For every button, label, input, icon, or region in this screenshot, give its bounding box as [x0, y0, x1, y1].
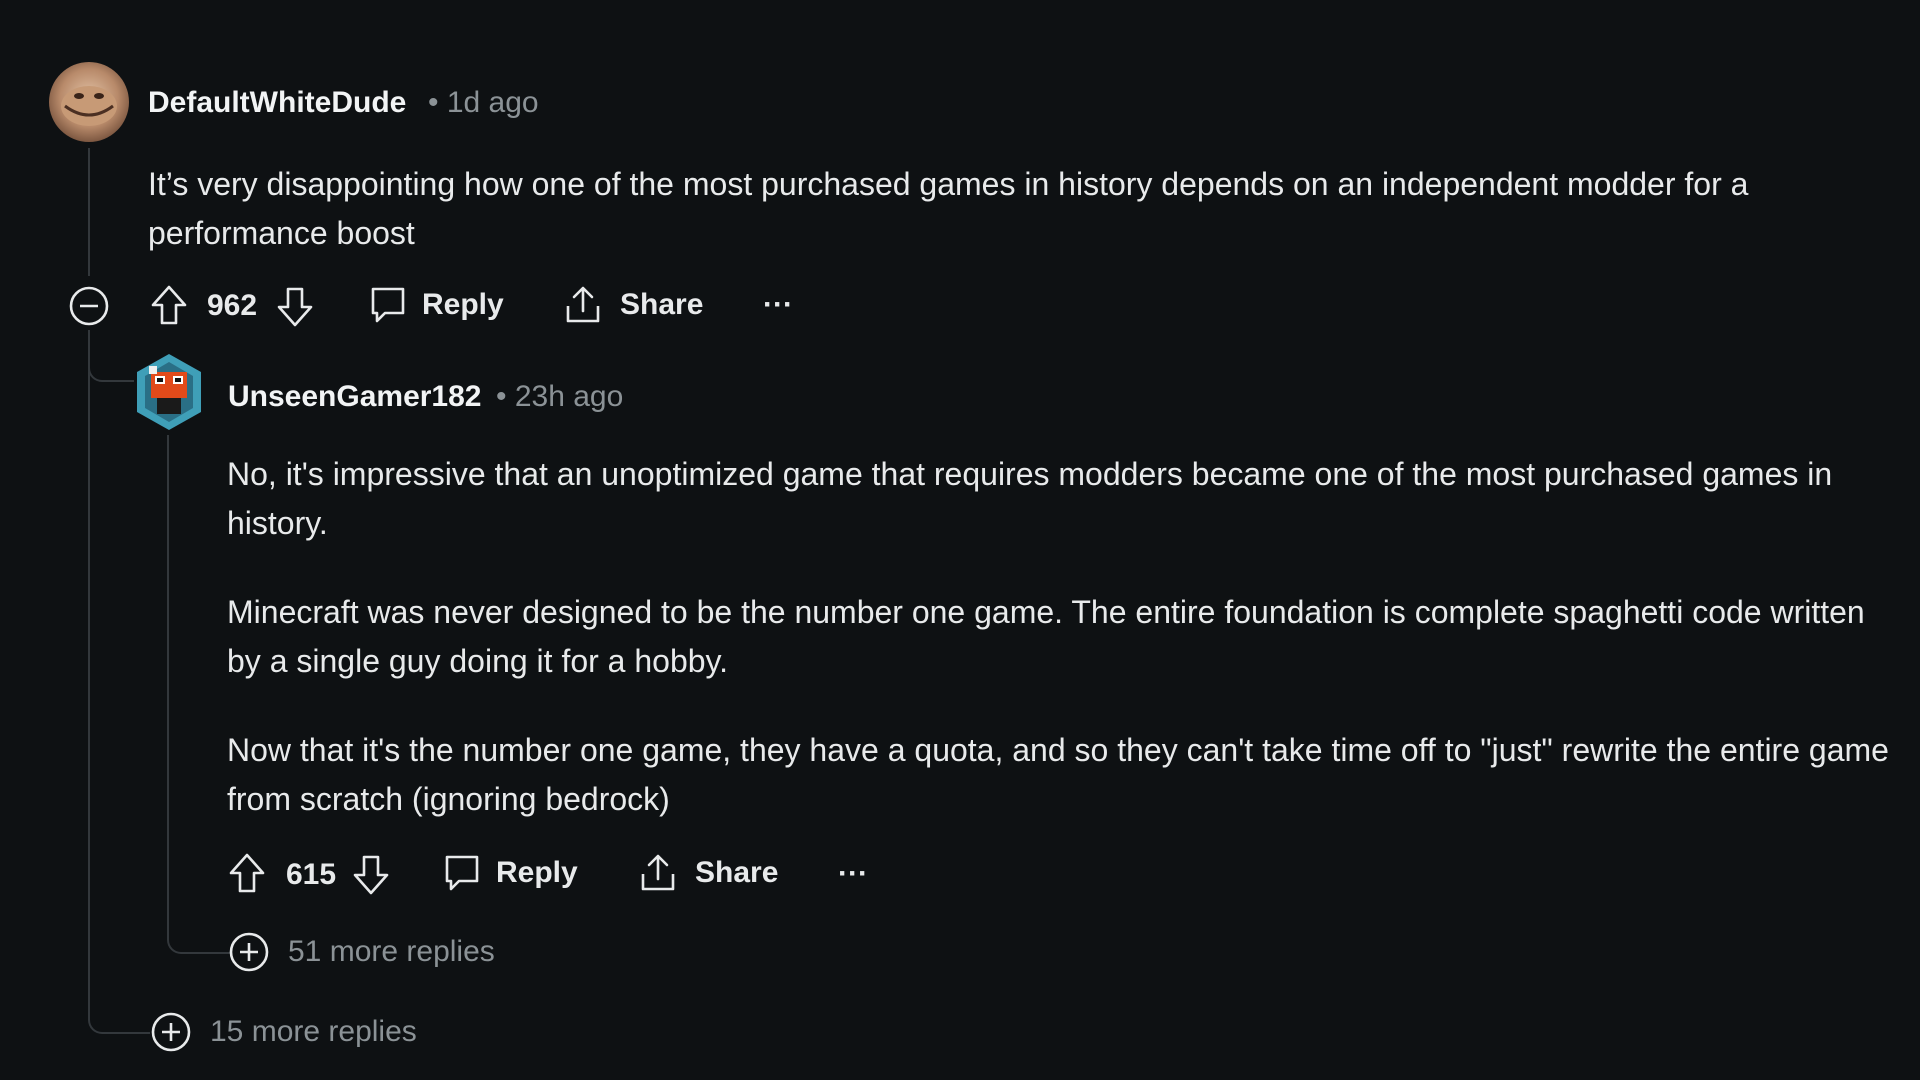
more-replies-label: 51 more replies: [288, 935, 495, 968]
more-replies-label: 15 more replies: [210, 1015, 417, 1048]
downvote-button[interactable]: [351, 853, 391, 897]
comment-bubble-icon: [445, 855, 479, 891]
comment-paragraph: Now that it's the number one game, they …: [227, 732, 1889, 817]
vote-count: 615: [286, 858, 337, 891]
more-replies-button[interactable]: 15 more replies: [150, 1011, 417, 1053]
reply-button[interactable]: Reply: [368, 284, 504, 326]
arrow-up-icon: [151, 285, 187, 325]
reply-button[interactable]: Reply: [442, 852, 578, 894]
thread-line-top: [88, 148, 90, 276]
upvote-button[interactable]: [227, 851, 267, 895]
downvote-button[interactable]: [275, 285, 315, 329]
share-label: Share: [620, 288, 704, 321]
thread-line-main: [88, 330, 90, 990]
ellipsis-icon: ···: [838, 857, 868, 890]
share-icon: [641, 854, 675, 891]
arrow-up-icon: [229, 853, 265, 893]
reply-label: Reply: [496, 856, 578, 889]
comment-body: It’s very disappointing how one of the m…: [148, 160, 1888, 258]
timestamp: • 1d ago: [428, 86, 539, 119]
username[interactable]: DefaultWhiteDude: [148, 86, 406, 120]
thread-line-child: [167, 435, 169, 925]
avatar[interactable]: [133, 352, 205, 432]
arrow-down-icon: [277, 287, 313, 327]
collapse-button[interactable]: [68, 285, 110, 327]
avatar[interactable]: [49, 62, 129, 142]
more-replies-button[interactable]: 51 more replies: [228, 931, 495, 973]
more-options-button[interactable]: ···: [763, 288, 793, 322]
plus-circle-icon: [229, 932, 269, 972]
upvote-button[interactable]: [149, 283, 189, 327]
plus-circle-icon: [151, 1012, 191, 1052]
vote-count: 962: [207, 289, 258, 322]
username[interactable]: UnseenGamer182: [228, 380, 481, 414]
thread-elbow-child-more: [167, 920, 231, 954]
thread-elbow-root-more: [88, 990, 150, 1034]
share-button[interactable]: Share: [562, 284, 703, 326]
share-label: Share: [695, 856, 779, 889]
ellipsis-icon: ···: [763, 288, 793, 321]
timestamp: • 23h ago: [496, 380, 624, 413]
comment-bubble-icon: [371, 287, 405, 323]
comment-body: No, it's impressive that an unoptimized …: [227, 450, 1899, 824]
comment-paragraph: It’s very disappointing how one of the m…: [148, 166, 1749, 251]
arrow-down-icon: [353, 855, 389, 895]
share-icon: [566, 286, 600, 323]
thread-elbow-child: [88, 340, 134, 382]
more-options-button[interactable]: ···: [838, 857, 868, 891]
comment-paragraph: No, it's impressive that an unoptimized …: [227, 456, 1833, 541]
comment-paragraph: Minecraft was never designed to be the n…: [227, 594, 1865, 679]
reply-label: Reply: [422, 288, 504, 321]
minus-circle-icon: [69, 286, 109, 326]
share-button[interactable]: Share: [637, 852, 778, 894]
